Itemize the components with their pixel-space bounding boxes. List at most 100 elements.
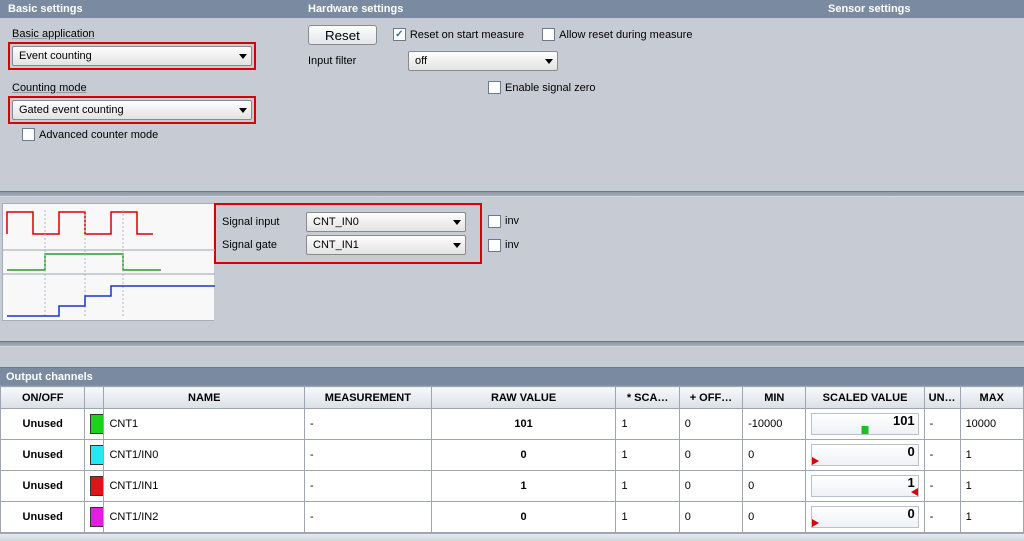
highlight-signal-fields: Signal input CNT_IN0 Signal gate CNT_IN1	[214, 203, 482, 264]
signal-area: Signal input CNT_IN0 Signal gate CNT_IN1…	[0, 197, 1024, 335]
checkbox-label: Advanced counter mode	[39, 129, 158, 141]
dropdown-value: off	[415, 55, 541, 67]
dropdown-signal-gate[interactable]: CNT_IN1	[306, 235, 466, 255]
table-row[interactable]: UnusedCNT1/IN0-01000-1	[1, 440, 1024, 471]
checkbox-reset-on-start[interactable]: Reset on start measure	[393, 28, 524, 41]
cell-scale[interactable]: 1	[616, 409, 679, 440]
cell-name[interactable]: CNT1/IN0	[104, 440, 305, 471]
col-measurement[interactable]: MEASUREMENT	[305, 387, 432, 409]
dropdown-input-filter[interactable]: off	[408, 51, 558, 71]
cell-name[interactable]: CNT1/IN1	[104, 471, 305, 502]
color-swatch-icon	[90, 507, 104, 527]
header-output-channels: Output channels	[0, 367, 1024, 385]
label-signal-gate: Signal gate	[222, 239, 298, 251]
section-divider	[0, 341, 1024, 347]
checkbox-advanced-counter-mode[interactable]: Advanced counter mode	[22, 128, 158, 141]
col-name[interactable]: NAME	[104, 387, 305, 409]
checkbox-label: Reset on start measure	[410, 29, 524, 41]
cell-scaled-value: 1	[806, 471, 924, 502]
checkbox-box-icon	[542, 28, 555, 41]
dropdown-value: Event counting	[19, 50, 235, 62]
cell-onoff[interactable]: Unused	[1, 440, 85, 471]
highlight-basic-application: Event counting	[8, 42, 256, 70]
highlight-counting-mode: Gated event counting	[8, 96, 256, 124]
col-color[interactable]	[85, 387, 104, 409]
cell-units[interactable]: -	[924, 409, 960, 440]
dropdown-value: CNT_IN0	[313, 216, 449, 228]
label-signal-input: Signal input	[222, 216, 298, 228]
cell-offset[interactable]: 0	[679, 440, 742, 471]
col-scale[interactable]: * SCA…	[616, 387, 679, 409]
col-units[interactable]: UN…	[924, 387, 960, 409]
cell-min[interactable]: -10000	[743, 409, 806, 440]
reset-button[interactable]: Reset	[308, 25, 377, 45]
marker-icon	[812, 519, 819, 527]
header-sensor: Sensor settings	[820, 1, 1024, 17]
checkbox-label: Enable signal zero	[505, 82, 596, 94]
cell-units[interactable]: -	[924, 471, 960, 502]
panel-hardware-settings: Reset Reset on start measure Allow reset…	[300, 18, 820, 151]
cell-scale[interactable]: 1	[616, 440, 679, 471]
cell-color[interactable]	[85, 440, 104, 471]
dropdown-signal-input[interactable]: CNT_IN0	[306, 212, 466, 232]
checkbox-box-icon	[393, 28, 406, 41]
cell-color[interactable]	[85, 471, 104, 502]
cell-measurement[interactable]: -	[305, 440, 432, 471]
chevron-down-icon	[545, 59, 553, 64]
output-channels-grid: ON/OFF NAME MEASUREMENT RAW VALUE * SCA……	[0, 385, 1024, 541]
cell-onoff[interactable]: Unused	[1, 471, 85, 502]
cell-max[interactable]: 1	[960, 471, 1023, 502]
cell-color[interactable]	[85, 409, 104, 440]
cell-offset[interactable]: 0	[679, 409, 742, 440]
panel-basic-settings: Basic application Event counting Countin…	[0, 18, 300, 151]
checkbox-box-icon	[488, 81, 501, 94]
cell-raw-value: 101	[431, 409, 616, 440]
table-row[interactable]: UnusedCNT1-10110-10000101-10000	[1, 409, 1024, 440]
top-header-band: Basic settings Hardware settings Sensor …	[0, 0, 1024, 18]
cell-measurement[interactable]: -	[305, 471, 432, 502]
cell-max[interactable]: 1	[960, 440, 1023, 471]
table-header-row: ON/OFF NAME MEASUREMENT RAW VALUE * SCA……	[1, 387, 1024, 409]
cell-min[interactable]: 0	[743, 440, 806, 471]
cell-scaled-value: 101	[806, 409, 924, 440]
cell-units[interactable]: -	[924, 440, 960, 471]
col-max[interactable]: MAX	[960, 387, 1023, 409]
label-counting-mode: Counting mode	[12, 82, 292, 94]
table-row[interactable]: UnusedCNT1/IN1-11001-1	[1, 471, 1024, 502]
cell-name[interactable]: CNT1	[104, 409, 305, 440]
color-swatch-icon	[90, 414, 104, 434]
col-onoff[interactable]: ON/OFF	[1, 387, 85, 409]
checkbox-enable-signal-zero[interactable]: Enable signal zero	[488, 81, 596, 94]
marker-icon	[862, 426, 869, 434]
header-hardware: Hardware settings	[300, 1, 820, 17]
header-basic: Basic settings	[0, 1, 300, 17]
label-basic-application: Basic application	[12, 28, 292, 40]
settings-row: Basic application Event counting Countin…	[0, 18, 1024, 191]
cell-raw-value: 0	[431, 440, 616, 471]
chevron-down-icon	[239, 54, 247, 59]
dropdown-value: CNT_IN1	[313, 239, 449, 251]
checkbox-signal-input-inv[interactable]: inv	[488, 209, 519, 233]
cell-max[interactable]: 10000	[960, 409, 1023, 440]
col-offset[interactable]: + OFF…	[679, 387, 742, 409]
checkbox-label: inv	[505, 215, 519, 227]
dropdown-value: Gated event counting	[19, 104, 235, 116]
horizontal-scrollbar[interactable]	[0, 533, 1024, 541]
cell-scaled-value: 0	[806, 440, 924, 471]
cell-measurement[interactable]: -	[305, 409, 432, 440]
dropdown-basic-application[interactable]: Event counting	[12, 46, 252, 66]
chevron-down-icon	[239, 108, 247, 113]
cell-onoff[interactable]: Unused	[1, 409, 85, 440]
col-scaled-value[interactable]: SCALED VALUE	[806, 387, 924, 409]
dropdown-counting-mode[interactable]: Gated event counting	[12, 100, 252, 120]
checkbox-allow-reset[interactable]: Allow reset during measure	[542, 28, 692, 41]
col-min[interactable]: MIN	[743, 387, 806, 409]
chevron-down-icon	[453, 243, 461, 248]
waveform-preview	[2, 203, 214, 321]
cell-scale[interactable]: 1	[616, 471, 679, 502]
marker-icon	[812, 457, 819, 465]
col-raw-value[interactable]: RAW VALUE	[431, 387, 616, 409]
cell-min[interactable]: 0	[743, 471, 806, 502]
checkbox-signal-gate-inv[interactable]: inv	[488, 233, 519, 257]
cell-offset[interactable]: 0	[679, 471, 742, 502]
